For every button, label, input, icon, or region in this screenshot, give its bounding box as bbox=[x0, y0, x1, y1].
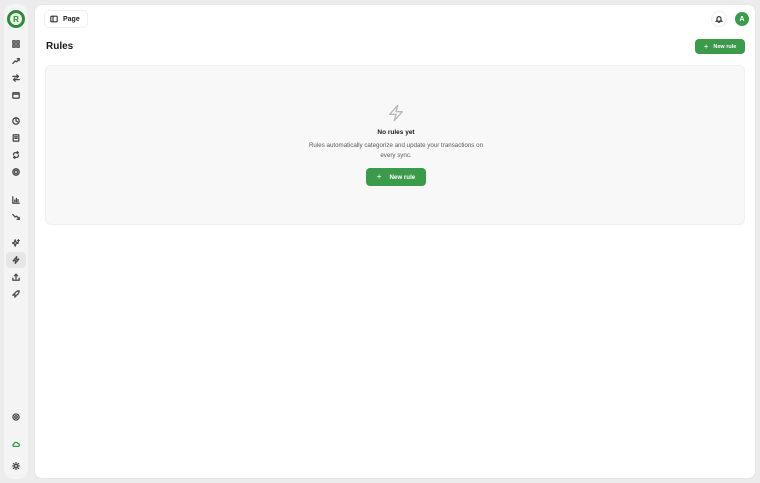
wallet-icon[interactable] bbox=[6, 87, 26, 103]
trending-down-icon[interactable] bbox=[6, 209, 26, 225]
sidebar-toggle-breadcrumb[interactable]: Page bbox=[44, 10, 88, 28]
transfer-icon[interactable] bbox=[6, 70, 26, 86]
zap-icon[interactable] bbox=[6, 252, 26, 268]
empty-state-heading: No rules yet bbox=[377, 129, 415, 136]
breadcrumb-label: Page bbox=[63, 15, 80, 23]
user-avatar[interactable]: A bbox=[735, 12, 749, 26]
cloud-icon[interactable] bbox=[6, 436, 26, 452]
upload-icon[interactable] bbox=[6, 269, 26, 285]
plus-icon: + bbox=[703, 41, 709, 51]
clock-icon[interactable] bbox=[6, 113, 26, 129]
target-icon[interactable] bbox=[6, 164, 26, 180]
main-panel: Page A Rules + New rule No rules yet Rul… bbox=[34, 4, 756, 479]
repeat-icon[interactable] bbox=[6, 147, 26, 163]
logo-letter: R bbox=[10, 13, 22, 25]
new-rule-button-label: New rule bbox=[713, 43, 737, 50]
page-title: Rules bbox=[46, 41, 74, 52]
logo-icon[interactable]: R bbox=[7, 10, 25, 28]
empty-state-description: Rules automatically categorize and updat… bbox=[308, 142, 484, 159]
sun-icon[interactable] bbox=[6, 458, 26, 474]
bell-icon bbox=[715, 16, 723, 23]
bar-chart-icon[interactable] bbox=[6, 192, 26, 208]
empty-state-button-label: New rule bbox=[389, 173, 416, 181]
trending-up-icon[interactable] bbox=[6, 53, 26, 69]
rocket-icon[interactable] bbox=[6, 286, 26, 302]
settings-icon[interactable] bbox=[6, 409, 26, 425]
empty-state-card: No rules yet Rules automatically categor… bbox=[45, 65, 745, 225]
sidebar-rail: R bbox=[4, 4, 28, 479]
zap-icon bbox=[387, 104, 405, 122]
plus-icon: + bbox=[376, 172, 382, 181]
sparkles-icon[interactable] bbox=[6, 235, 26, 251]
panel-left-icon bbox=[50, 15, 58, 23]
receipt-icon[interactable] bbox=[6, 130, 26, 146]
app-window: R Page A Rules + New rule No rules yet R… bbox=[0, 0, 760, 483]
empty-state-new-rule-button[interactable]: + New rule bbox=[366, 168, 426, 186]
dashboard-icon[interactable] bbox=[6, 36, 26, 52]
notifications-button[interactable] bbox=[711, 11, 727, 27]
new-rule-button[interactable]: + New rule bbox=[695, 39, 745, 54]
